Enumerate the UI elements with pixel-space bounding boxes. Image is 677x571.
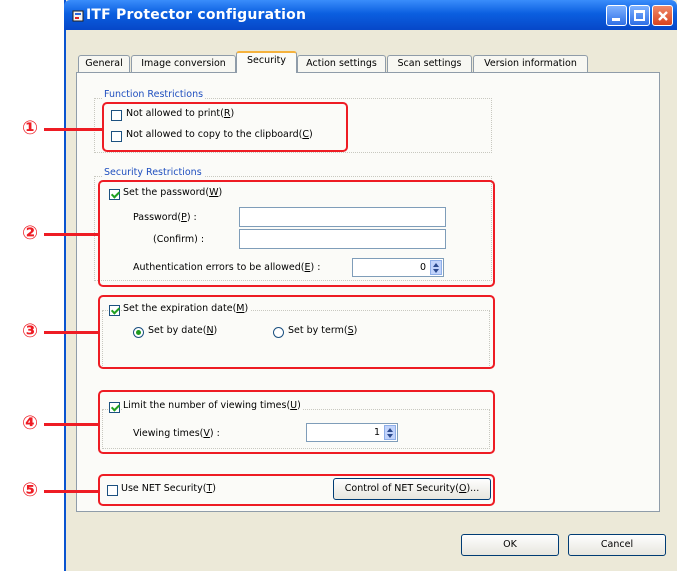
callout-box-2: [98, 180, 495, 287]
callout-number-5: ⑤: [21, 479, 39, 501]
tab-general[interactable]: General: [78, 55, 130, 72]
maximize-icon: [634, 10, 645, 21]
window-title: ITF Protector configuration: [86, 7, 307, 23]
callout-box-3: [98, 295, 495, 369]
close-button[interactable]: [652, 5, 673, 26]
ok-button[interactable]: OK: [461, 534, 559, 556]
function-restrictions-label: Function Restrictions: [102, 89, 206, 100]
callout-number-3: ③: [21, 320, 39, 342]
cancel-button[interactable]: Cancel: [568, 534, 666, 556]
security-restrictions-label: Security Restrictions: [102, 167, 204, 178]
tab-action-settings[interactable]: Action settings: [297, 55, 386, 72]
minimize-icon: [612, 18, 620, 21]
callout-box-5: [98, 474, 495, 506]
tab-security[interactable]: Security: [236, 51, 297, 73]
tab-scan-settings[interactable]: Scan settings: [387, 55, 472, 72]
maximize-button[interactable]: [629, 5, 650, 26]
callout-number-1: ①: [21, 117, 39, 139]
close-icon: [658, 11, 668, 21]
callout-leader-2: [44, 233, 98, 236]
minimize-button[interactable]: [606, 5, 627, 26]
tab-image-conversion[interactable]: Image conversion: [131, 55, 236, 72]
app-icon: [72, 10, 84, 22]
callout-leader-3: [44, 331, 98, 334]
callout-leader-1: [44, 128, 102, 131]
tab-version-information[interactable]: Version information: [473, 55, 588, 72]
callout-number-2: ②: [21, 222, 39, 244]
callout-box-4: [98, 390, 495, 454]
callout-number-4: ④: [21, 412, 39, 434]
callout-leader-5: [44, 490, 98, 493]
callout-leader-4: [44, 423, 98, 426]
callout-box-1: [102, 102, 348, 152]
